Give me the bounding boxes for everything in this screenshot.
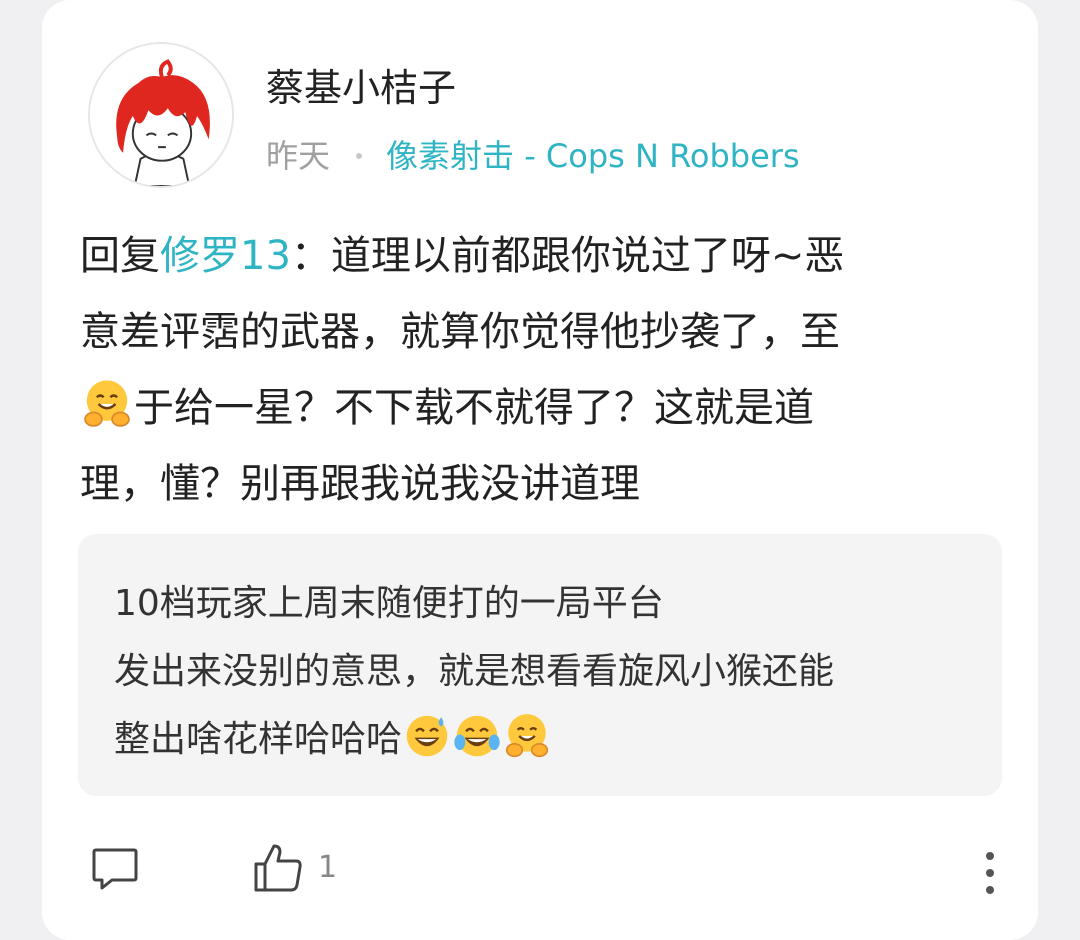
separator-dot: [356, 153, 363, 159]
comment-line-3: 于给一星？不下载不就得了？这就是道: [80, 370, 1000, 446]
quote-line-3-text: 整出啥花样哈哈哈: [114, 719, 403, 760]
thumbs-up-icon[interactable]: [252, 842, 304, 894]
hugging-face-icon: [84, 380, 130, 427]
quoted-post[interactable]: 10档玩家上周末随便打的一局平台 发出来没别的意思，就是想看看旋风小猴还能 整出…: [78, 534, 1002, 796]
comment-line-4: 理，懂？别再跟我说我没讲道理: [80, 461, 640, 507]
game-link[interactable]: 像素射击 - Cops N Robbers: [386, 134, 800, 178]
comment-line-2: 意差评霑的武器，就算你觉得他抄袭了，至: [80, 309, 840, 355]
comment-line-1-text: ：道理以前都跟你说过了呀~恶: [290, 233, 845, 279]
quote-line-1: 10档玩家上周末随便打的一局平台: [114, 583, 664, 624]
hugging-face-icon: [505, 714, 549, 758]
tears-of-joy-icon: [454, 715, 500, 757]
action-bar: 1: [42, 836, 1038, 906]
comment-text: 回复修罗13：道理以前都跟你说过了呀~恶 意差评霑的武器，就算你觉得他抄袭了，至…: [80, 218, 1000, 522]
quote-line-2: 发出来没别的意思，就是想看看旋风小猴还能: [114, 651, 835, 692]
mention-link[interactable]: 修罗13: [160, 233, 291, 279]
post-meta: 昨天 像素射击 - Cops N Robbers: [266, 134, 800, 178]
post-time: 昨天: [266, 137, 331, 175]
comment-line-1: 回复修罗13：道理以前都跟你说过了呀~恶: [80, 218, 1000, 294]
avatar[interactable]: [88, 42, 234, 188]
username[interactable]: 蔡基小桔子: [266, 62, 456, 114]
grinning-sweat-icon: [406, 715, 448, 757]
more-vertical-icon[interactable]: [980, 848, 1000, 898]
comment-card: 蔡基小桔子 昨天 像素射击 - Cops N Robbers 回复修罗13：道理…: [42, 0, 1038, 940]
like-count: 1: [318, 850, 338, 885]
avatar-image: [90, 44, 232, 186]
reply-prefix: 回复: [80, 233, 160, 279]
quote-line-3: 整出啥花样哈哈哈: [114, 706, 966, 774]
comment-line-3-text: 于给一星？不下载不就得了？这就是道: [134, 385, 814, 431]
comment-bubble-icon[interactable]: [90, 844, 140, 894]
